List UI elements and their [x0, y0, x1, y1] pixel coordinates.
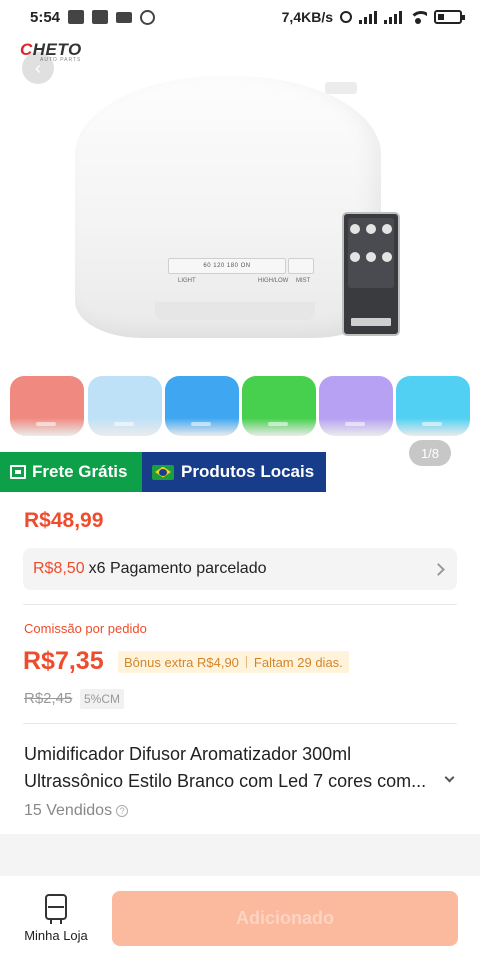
- control-panel: 60 120 180 ON: [168, 258, 286, 274]
- badges-row: Frete Grátis Produtos Locais: [0, 452, 326, 492]
- my-store-label: Minha Loja: [24, 928, 88, 943]
- signal-icon: [359, 10, 377, 24]
- alarm-icon: [340, 11, 352, 23]
- old-commission: R$2,45: [24, 690, 73, 707]
- signal-icon: [384, 10, 402, 24]
- notification-icon: [68, 10, 85, 24]
- whatsapp-icon: [140, 9, 156, 25]
- installment-row[interactable]: R$8,50 x6 Pagamento parcelado: [23, 548, 457, 590]
- add-button[interactable]: Adicionado: [112, 891, 458, 946]
- installment-value: R$8,50: [33, 560, 85, 577]
- panel-label: LIGHT: [178, 278, 196, 284]
- chevron-right-icon: [432, 562, 445, 576]
- sold-count: 15 Vendidos ?: [24, 802, 129, 820]
- diffuser-base: [155, 302, 315, 320]
- status-time: 5:54: [30, 8, 61, 26]
- commission-value: R$7,35: [23, 647, 104, 675]
- mist-button-graphic: [288, 258, 314, 274]
- info-icon[interactable]: ?: [116, 805, 129, 817]
- commission-percent: 5%CM: [80, 689, 125, 709]
- net-speed: 7,4KB/s: [281, 9, 333, 25]
- local-products-badge: Produtos Locais: [142, 452, 326, 492]
- color-thumbnail[interactable]: [242, 376, 316, 436]
- commission-label: Comissão por pedido: [24, 621, 147, 636]
- status-bar: 5:54 7,4KB/s: [0, 0, 480, 34]
- store-icon: [45, 894, 67, 924]
- product-price: R$48,99: [24, 509, 104, 532]
- bonus-text: Bônus extra R$4,90: [124, 654, 239, 670]
- divider: [23, 723, 457, 724]
- sold-count-text: 15 Vendidos: [24, 802, 113, 819]
- color-thumbnail[interactable]: [88, 376, 162, 436]
- section-spacer: [0, 834, 480, 876]
- wifi-icon: [409, 10, 427, 24]
- diffuser-body: [75, 76, 381, 338]
- bonus-chip: Bônus extra R$4,90 Faltam 29 dias.: [118, 651, 349, 673]
- chevron-left-icon: ‹: [35, 57, 41, 78]
- product-image[interactable]: CHETO AUTO PARTS ‹ 60 120 180 ON LIGHT H…: [0, 34, 480, 370]
- image-counter: 1/8: [409, 440, 451, 466]
- panel-label: MIST: [296, 278, 311, 284]
- my-store-button[interactable]: Minha Loja: [14, 894, 98, 950]
- color-thumbnails: [0, 376, 480, 440]
- divider: [23, 604, 457, 605]
- product-title-line1: Umidificador Difusor Aromatizador 300ml: [24, 744, 352, 764]
- remote-control: [342, 212, 400, 336]
- bonus-remaining: Faltam 29 dias.: [253, 654, 343, 670]
- free-shipping-badge: Frete Grátis: [0, 452, 142, 492]
- diffuser-cap: [325, 82, 357, 94]
- brazil-flag-icon: [152, 464, 174, 480]
- chevron-down-icon[interactable]: [444, 772, 455, 783]
- bottom-bar: Minha Loja Adicionado: [0, 876, 480, 960]
- color-thumbnail[interactable]: [10, 376, 84, 436]
- panel-label: HIGH/LOW: [258, 278, 289, 284]
- color-thumbnail[interactable]: [396, 376, 470, 436]
- notification-icon: [92, 10, 109, 24]
- product-title-line2: Ultrassônico Estilo Branco com Led 7 cor…: [24, 771, 427, 791]
- product-title: Umidificador Difusor Aromatizador 300ml …: [24, 741, 444, 795]
- back-button[interactable]: ‹: [22, 52, 54, 84]
- color-thumbnail[interactable]: [319, 376, 393, 436]
- battery-icon: [434, 10, 465, 24]
- video-icon: [116, 11, 133, 23]
- installment-text: x6 Pagamento parcelado: [88, 560, 267, 577]
- local-products-label: Produtos Locais: [181, 462, 315, 481]
- free-shipping-label: Frete Grátis: [32, 462, 128, 481]
- truck-icon: [10, 465, 26, 479]
- color-thumbnail[interactable]: [165, 376, 239, 436]
